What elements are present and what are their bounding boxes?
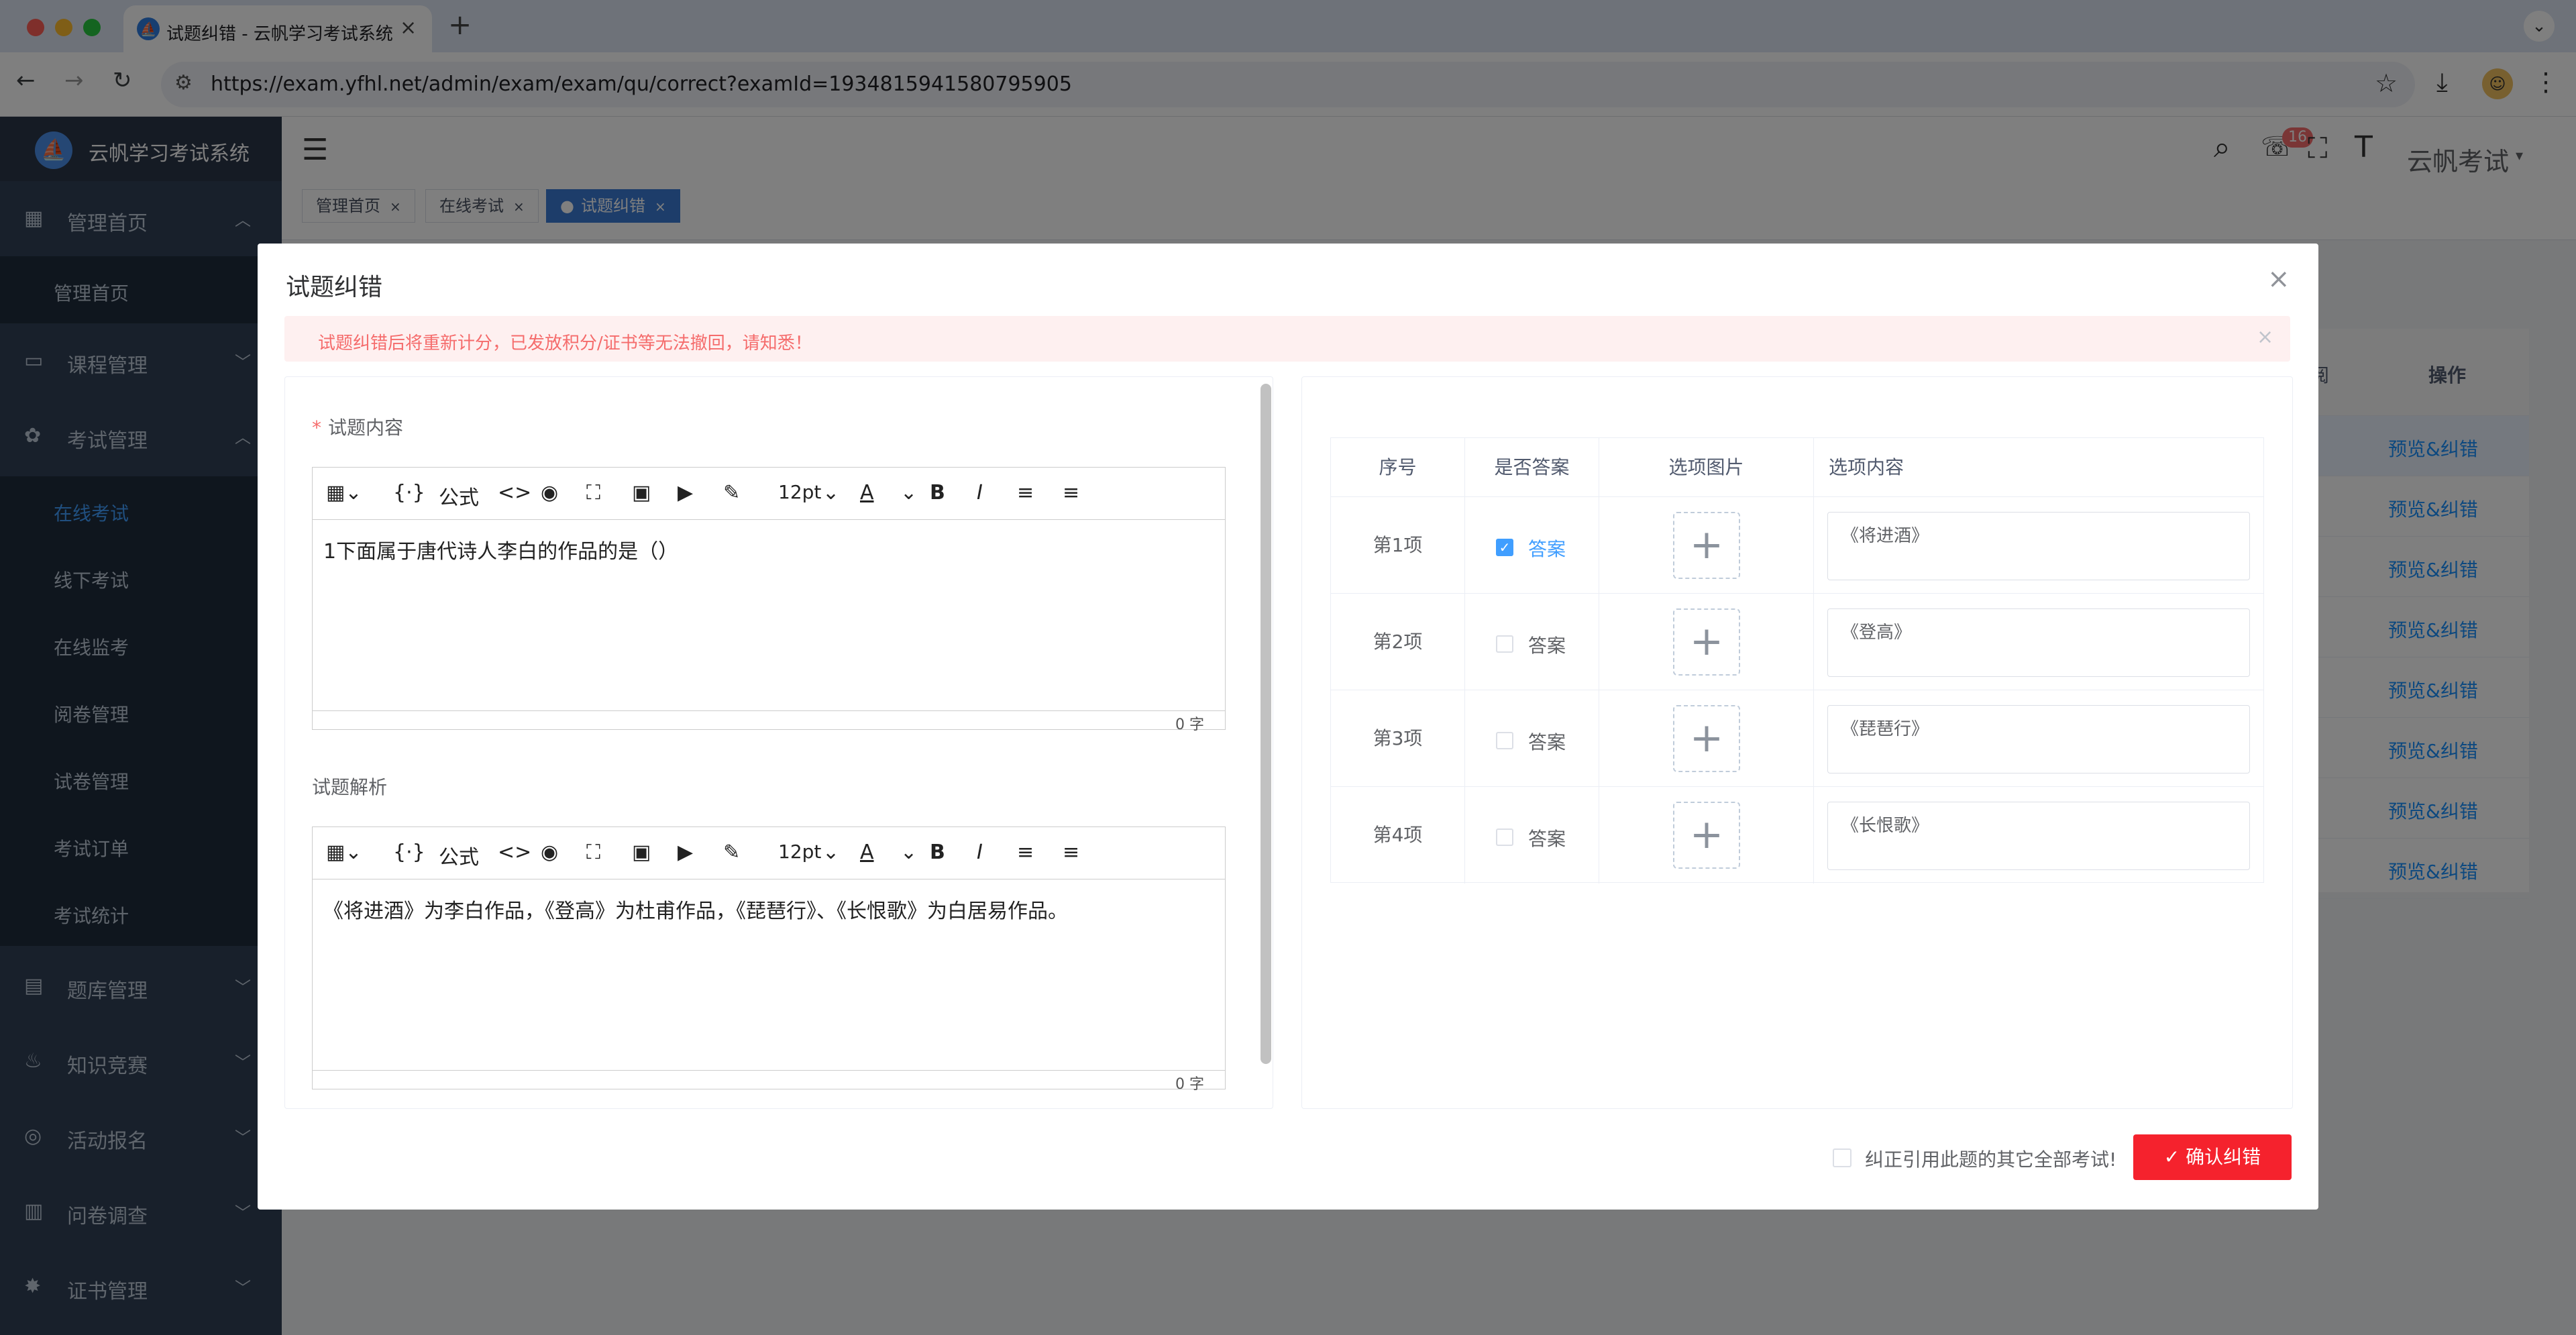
option-content-input[interactable]: 《将进酒》: [1827, 512, 2250, 580]
video-icon[interactable]: ▶: [678, 841, 693, 864]
option-content-input[interactable]: 《长恨歌》: [1827, 802, 2250, 870]
confirm-correction-button[interactable]: ✓ 确认纠错: [2133, 1134, 2292, 1180]
content-cell: 《将进酒》: [1814, 497, 2263, 594]
options-panel: 序号 是否答案 选项图片 选项内容 第1项 ✓ 答案 + 《将进酒》 第2项 答案…: [1301, 376, 2293, 1109]
align-center-icon[interactable]: ≡: [1063, 481, 1079, 504]
content-editor: ▦⌄ {·} 公式 <> ◉ ⛶ ▣ ▶ ✎ 12pt ⌄ A ⌄ B I ≡ …: [312, 467, 1226, 733]
option-index: 第4项: [1331, 787, 1465, 884]
table-row: 第1项 ✓ 答案 + 《将进酒》: [1331, 497, 2263, 594]
required-asterisk: *: [312, 417, 321, 439]
editor-statusbar: 0 字: [313, 710, 1225, 733]
bold-icon[interactable]: B: [930, 481, 945, 504]
word-count: 0 字: [1175, 1076, 1204, 1093]
image-cell: +: [1599, 690, 1814, 787]
table-row: 第2项 答案 + 《登高》: [1331, 594, 2263, 690]
analysis-editor: ▦⌄ {·} 公式 <> ◉ ⛶ ▣ ▶ ✎ 12pt ⌄ A ⌄ B I ≡ …: [312, 826, 1226, 1093]
preview-eye-icon[interactable]: ◉: [541, 481, 558, 504]
answer-checkbox[interactable]: 答案: [1465, 690, 1599, 787]
align-left-icon[interactable]: ≡: [1017, 481, 1034, 504]
scrollbar[interactable]: [1260, 384, 1271, 1064]
image-icon[interactable]: ▣: [632, 481, 651, 504]
font-size-select[interactable]: 12pt: [778, 841, 821, 863]
fullscreen-icon[interactable]: ⛶: [586, 481, 600, 504]
fullscreen-icon[interactable]: ⛶: [586, 841, 600, 864]
formula-button[interactable]: 公式: [439, 481, 479, 511]
italic-icon[interactable]: I: [977, 481, 983, 504]
source-code-icon[interactable]: <>: [498, 841, 531, 864]
code-brace-icon[interactable]: {·}: [393, 841, 425, 864]
editor-toolbar: ▦⌄ {·} 公式 <> ◉ ⛶ ▣ ▶ ✎ 12pt ⌄ A ⌄ B I ≡ …: [313, 468, 1225, 520]
alert-text: 试题纠错后将重新计分，已发放积分/证书等无法撤回，请知悉！: [318, 333, 812, 354]
options-table: 序号 是否答案 选项图片 选项内容 第1项 ✓ 答案 + 《将进酒》 第2项 答案…: [1330, 437, 2264, 884]
content-cell: 《长恨歌》: [1814, 787, 2263, 884]
plus-icon[interactable]: +: [1673, 802, 1740, 869]
answer-checkbox[interactable]: 答案: [1465, 594, 1599, 690]
content-label: * 试题内容: [312, 417, 404, 439]
chevron-down-icon[interactable]: ⌄: [822, 841, 839, 864]
plus-icon[interactable]: +: [1673, 705, 1740, 772]
word-count: 0 字: [1175, 716, 1204, 733]
font-color-icon[interactable]: A: [860, 841, 874, 864]
option-content-input[interactable]: 《登高》: [1827, 608, 2250, 677]
image-cell: +: [1599, 594, 1814, 690]
option-index: 第1项: [1331, 497, 1465, 594]
attachment-icon[interactable]: ✎: [723, 841, 740, 864]
plus-icon[interactable]: +: [1673, 512, 1740, 579]
image-cell: +: [1599, 497, 1814, 594]
attachment-icon[interactable]: ✎: [723, 481, 740, 504]
dialog-title: 试题纠错: [286, 274, 383, 301]
fix-all-label[interactable]: 纠正引用此题的其它全部考试!: [1865, 1145, 2116, 1172]
content-editor-body[interactable]: 1下面属于唐代诗人李白的作品的是（）: [323, 535, 678, 564]
code-brace-icon[interactable]: {·}: [393, 481, 425, 504]
close-icon[interactable]: ×: [2257, 325, 2273, 349]
column-header-index: 序号: [1331, 438, 1465, 497]
analysis-label: 试题解析: [312, 776, 388, 798]
formula-button[interactable]: 公式: [439, 841, 479, 870]
column-header-image: 选项图片: [1599, 438, 1814, 497]
preview-eye-icon[interactable]: ◉: [541, 841, 558, 864]
image-cell: +: [1599, 787, 1814, 884]
option-index: 第3项: [1331, 690, 1465, 787]
video-icon[interactable]: ▶: [678, 481, 693, 504]
check-icon[interactable]: ✓: [1496, 539, 1513, 556]
fix-all-checkbox[interactable]: [1833, 1149, 1851, 1167]
table-icon[interactable]: ▦⌄: [326, 481, 362, 504]
check-icon: ✓: [2163, 1146, 2186, 1168]
table-row: 第3项 答案 + 《琵琶行》: [1331, 690, 2263, 787]
align-left-icon[interactable]: ≡: [1017, 841, 1034, 864]
bold-icon[interactable]: B: [930, 841, 945, 864]
source-code-icon[interactable]: <>: [498, 481, 531, 504]
chevron-down-icon[interactable]: ⌄: [900, 481, 917, 504]
font-color-icon[interactable]: A: [860, 481, 874, 504]
chevron-down-icon[interactable]: ⌄: [822, 481, 839, 504]
question-editor-panel: * 试题内容 ▦⌄ {·} 公式 <> ◉ ⛶ ▣ ▶ ✎ 12pt ⌄ A ⌄ …: [284, 376, 1273, 1109]
image-icon[interactable]: ▣: [632, 841, 651, 864]
close-icon[interactable]: ×: [2267, 264, 2290, 295]
plus-icon[interactable]: +: [1673, 608, 1740, 676]
align-center-icon[interactable]: ≡: [1063, 841, 1079, 864]
table-row: 第4项 答案 + 《长恨歌》: [1331, 787, 2263, 884]
analysis-editor-body[interactable]: 《将进酒》为李白作品，《登高》为杜甫作品，《琵琶行》、《长恨歌》为白居易作品。: [323, 894, 1068, 924]
table-icon[interactable]: ▦⌄: [326, 841, 362, 864]
content-cell: 《琵琶行》: [1814, 690, 2263, 787]
editor-statusbar: 0 字: [313, 1070, 1225, 1093]
chevron-down-icon[interactable]: ⌄: [900, 841, 917, 864]
answer-checkbox[interactable]: 答案: [1465, 787, 1599, 884]
answer-checkbox[interactable]: ✓ 答案: [1465, 497, 1599, 594]
italic-icon[interactable]: I: [977, 841, 983, 864]
font-size-select[interactable]: 12pt: [778, 481, 821, 503]
content-cell: 《登高》: [1814, 594, 2263, 690]
option-index: 第2项: [1331, 594, 1465, 690]
correction-dialog: 试题纠错 × 试题纠错后将重新计分，已发放积分/证书等无法撤回，请知悉！ × *…: [258, 244, 2318, 1210]
option-content-input[interactable]: 《琵琶行》: [1827, 705, 2250, 773]
column-header-is-answer: 是否答案: [1465, 438, 1599, 497]
column-header-content: 选项内容: [1814, 438, 2263, 497]
warning-alert: 试题纠错后将重新计分，已发放积分/证书等无法撤回，请知悉！ ×: [284, 316, 2290, 362]
editor-toolbar: ▦⌄ {·} 公式 <> ◉ ⛶ ▣ ▶ ✎ 12pt ⌄ A ⌄ B I ≡ …: [313, 827, 1225, 879]
